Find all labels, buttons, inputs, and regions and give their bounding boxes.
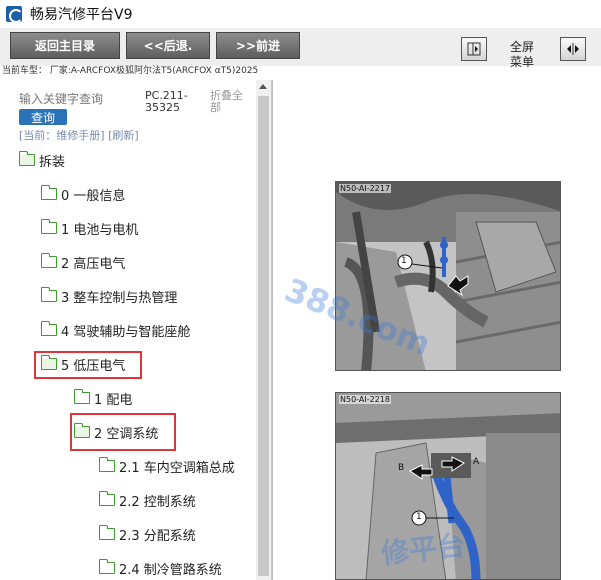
tree-item-hvac-box[interactable]: 2.1 车内空调箱总成 xyxy=(98,456,235,476)
tree-item-label: 拆装 xyxy=(39,154,66,170)
tree-item-label: 4 驾驶辅助与智能座舱 xyxy=(61,324,191,340)
folder-icon xyxy=(40,287,57,302)
tree-item-driver-assist[interactable]: 4 驾驶辅助与智能座舱 xyxy=(40,320,191,340)
tree-item-label: 0 一般信息 xyxy=(61,188,126,204)
breadcrumb: [当前：维修手册] [刷新] xyxy=(19,130,139,142)
folder-open-icon xyxy=(18,151,35,166)
back-button[interactable]: <<后退. xyxy=(126,32,210,59)
tree-item-label: 1 配电 xyxy=(94,392,133,408)
tree-item-label: 2 高压电气 xyxy=(61,256,126,272)
window-title: 畅易汽修平台V9 xyxy=(30,7,133,23)
tree-item-label: 2.2 控制系统 xyxy=(119,494,196,510)
current-vehicle: 当前车型： 厂家:A-ARCFOX极狐阿尔法T5(ARCFOX αT5)2025 xyxy=(2,66,259,76)
folder-icon xyxy=(98,525,115,540)
tree-item-high-voltage[interactable]: 2 高压电气 xyxy=(40,252,126,272)
tree-item-air-conditioning[interactable]: 2 空调系统 xyxy=(73,422,159,442)
ac-pipe-illustration xyxy=(336,393,560,579)
callout-number: 1 xyxy=(401,256,407,266)
tree-item-label: 2.1 车内空调箱总成 xyxy=(119,460,235,476)
scroll-up-arrow-icon[interactable] xyxy=(259,84,267,89)
document-content: N50-AI-2217 1 N50-AI-2218 1 B A 388.com … xyxy=(281,80,601,580)
home-button[interactable]: 返回主目录 xyxy=(10,32,120,59)
collapse-left-icon xyxy=(467,42,481,56)
folder-open-icon xyxy=(73,423,90,438)
title-bar: 畅易汽修平台V9 xyxy=(0,0,601,28)
tree-item-vehicle-control[interactable]: 3 整车控制与热管理 xyxy=(40,286,178,306)
tree-item-refrigerant-lines[interactable]: 2.4 制冷管路系统 xyxy=(98,558,222,578)
tree-item-label: 3 整车控制与热管理 xyxy=(61,290,178,306)
tree-item-label: 2.3 分配系统 xyxy=(119,528,196,544)
folder-icon xyxy=(40,185,57,200)
expand-both-icon xyxy=(567,43,579,55)
tree-panel: 查询 PC.211-35325 折叠全部 [当前：维修手册] [刷新] 拆装 0… xyxy=(0,80,272,580)
tree-item-label: 2.4 制冷管路系统 xyxy=(119,562,222,578)
folder-icon xyxy=(98,457,115,472)
folder-icon xyxy=(40,219,57,234)
fullscreen-line2: 菜单 xyxy=(509,55,534,69)
tree-item-battery-motor[interactable]: 1 电池与电机 xyxy=(40,218,139,238)
folder-open-icon xyxy=(40,355,57,370)
engine-bay-illustration xyxy=(336,182,560,370)
app-logo-icon xyxy=(6,6,23,23)
tree-item-control-system[interactable]: 2.2 控制系统 xyxy=(98,490,196,510)
folder-icon xyxy=(40,253,57,268)
figure-image: N50-AI-2218 1 B A xyxy=(335,392,561,580)
figure-code: N50-AI-2217 xyxy=(339,184,391,193)
fullscreen-line1: 全屏 xyxy=(509,40,534,54)
figure-code: N50-AI-2218 xyxy=(339,395,391,404)
tree-item-label: 5 低压电气 xyxy=(61,358,126,374)
callout-label-a: A xyxy=(473,457,480,467)
tree-item-disassembly[interactable]: 拆装 xyxy=(18,150,66,170)
tree-item-power-distribution[interactable]: 1 配电 xyxy=(73,388,133,408)
search-button[interactable]: 查询 xyxy=(19,109,67,125)
tree-item-label: 2 空调系统 xyxy=(94,426,159,442)
expand-both-button[interactable] xyxy=(560,37,586,61)
tree-scrollbar[interactable] xyxy=(256,80,271,580)
collapse-all-button[interactable]: 折叠全部 xyxy=(210,90,250,114)
fullscreen-menu-button[interactable]: 全屏 菜单 xyxy=(497,40,547,70)
callout-label-b: B xyxy=(398,463,405,473)
tree-item-low-voltage[interactable]: 5 低压电气 xyxy=(40,354,126,374)
folder-icon xyxy=(98,559,115,574)
folder-icon xyxy=(98,491,115,506)
search-input[interactable] xyxy=(19,90,105,108)
tree-item-distribution-system[interactable]: 2.3 分配系统 xyxy=(98,524,196,544)
forward-button[interactable]: >>前进 xyxy=(216,32,300,59)
scrollbar-thumb[interactable] xyxy=(258,96,269,576)
figure-image: N50-AI-2217 1 xyxy=(335,181,561,371)
tree-item-label: 1 电池与电机 xyxy=(61,222,139,238)
tree-item-general-info[interactable]: 0 一般信息 xyxy=(40,184,126,204)
folder-icon xyxy=(40,321,57,336)
folder-icon xyxy=(73,389,90,404)
panel-splitter[interactable] xyxy=(272,80,280,580)
doc-code: PC.211-35325 xyxy=(145,89,188,114)
callout-number: 1 xyxy=(416,512,422,522)
collapse-left-button[interactable] xyxy=(461,37,487,61)
